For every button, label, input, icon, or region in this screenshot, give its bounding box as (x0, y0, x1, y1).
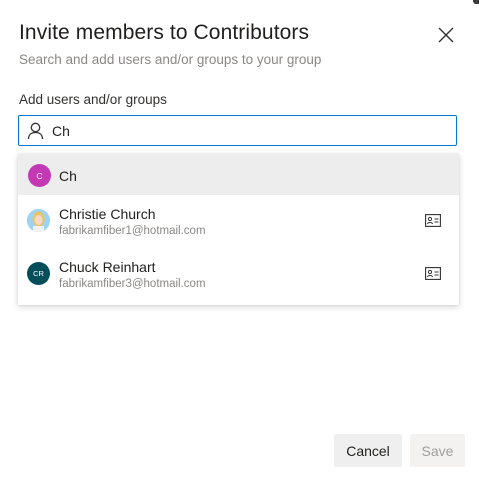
save-button[interactable]: Save (410, 434, 465, 467)
contact-card-icon[interactable] (425, 214, 441, 227)
avatar (27, 209, 50, 232)
invite-dialog: Invite members to Contributors Search an… (0, 0, 479, 478)
suggestion-item[interactable]: Christie Church fabrikamfiber1@hotmail.c… (18, 195, 459, 248)
search-label: Add users and/or groups (19, 92, 167, 107)
suggestions-dropdown: C Ch Christie Church fabrikamfiber1@hotm… (18, 154, 459, 305)
person-icon (27, 122, 44, 140)
close-icon (438, 27, 454, 43)
avatar-photo-icon (27, 209, 50, 232)
suggestion-email: fabrikamfiber3@hotmail.com (59, 278, 206, 290)
suggestion-item[interactable]: CR Chuck Reinhart fabrikamfiber3@hotmail… (18, 248, 459, 303)
suggestion-name: Christie Church (59, 206, 156, 222)
search-box[interactable] (18, 115, 457, 146)
avatar: C (28, 164, 51, 187)
contact-card-icon[interactable] (425, 267, 441, 280)
suggestion-email: fabrikamfiber1@hotmail.com (59, 225, 206, 237)
close-button[interactable] (432, 22, 460, 48)
cancel-button[interactable]: Cancel (334, 434, 402, 467)
suggestion-name: Ch (59, 168, 77, 184)
search-input[interactable] (52, 121, 442, 141)
dialog-subtitle: Search and add users and/or groups to yo… (19, 52, 322, 67)
dialog-title: Invite members to Contributors (19, 21, 310, 44)
suggestion-item[interactable]: C Ch (18, 154, 459, 195)
avatar: CR (27, 262, 50, 285)
corner-shadow (473, 0, 479, 4)
suggestion-name: Chuck Reinhart (59, 259, 156, 275)
